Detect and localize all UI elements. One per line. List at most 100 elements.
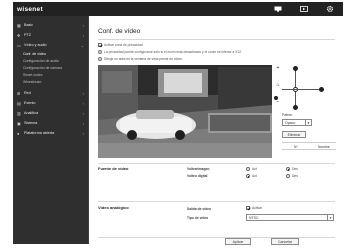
chevron-right-icon: ›	[82, 90, 84, 96]
video-preview[interactable]	[98, 65, 272, 158]
info-row-1: i La privacidad puede configurarse sólo s…	[98, 50, 242, 55]
sidebar-subitem-smart-codec[interactable]: Smart codec	[13, 71, 88, 78]
focus-icon[interactable]	[274, 96, 278, 100]
zoom-in-icon[interactable]: +	[277, 65, 280, 71]
video-output-label: Salida de vídeo	[187, 207, 212, 211]
home-icon[interactable]: ⌂	[276, 82, 279, 88]
apply-button[interactable]: Aplicar	[225, 238, 251, 245]
chevron-right-icon: ›	[82, 110, 84, 116]
flip-off-label: Des	[292, 167, 298, 171]
chevron-right-icon: ›	[82, 130, 84, 136]
video-output-checkbox-label: Activar	[252, 206, 263, 210]
video-scene	[98, 65, 272, 158]
info-text-2: Dibuje un área en la ventana de vista pr…	[104, 57, 183, 61]
top-icons	[265, 2, 343, 16]
privacy-checkbox[interactable]	[98, 43, 102, 48]
sidebar-item-video-audio[interactable]: ▭ Vídeo y audio ⌄	[13, 40, 88, 50]
flip-label: Voltearimagen	[187, 167, 210, 171]
sidebar-item-network[interactable]: ⊞ Red ›	[13, 88, 88, 98]
monitor-icon[interactable]	[265, 2, 291, 16]
mask-list-header: Nº Nombre	[282, 142, 336, 150]
pan-slider-knob[interactable]	[319, 87, 324, 92]
col-name: Nombre	[318, 145, 330, 149]
chevron-right-icon: ›	[82, 100, 84, 106]
section-divider	[98, 201, 335, 202]
analog-video-title: Vídeo analógico	[98, 205, 129, 210]
chevron-down-icon: ▾	[305, 120, 311, 125]
section-divider	[98, 163, 335, 164]
sidebar-subitem-wisestream[interactable]: Wisestream	[13, 78, 88, 85]
chevron-right-icon: ›	[82, 120, 84, 126]
flip-on-radio[interactable]	[246, 167, 250, 172]
digital-flip-off-label: Des	[292, 174, 298, 178]
video-type-select[interactable]: NTSC ▾	[246, 214, 334, 221]
delete-button[interactable]: Eliminar	[282, 131, 306, 138]
flip-off-radio[interactable]	[286, 167, 290, 172]
pattern-select-value: Opaco	[285, 120, 296, 125]
analytics-icon: ▥	[17, 110, 21, 116]
pattern-label: Patrón	[282, 113, 293, 117]
move-icon: ✥	[17, 32, 21, 38]
sidebar-subitem-audio-setup[interactable]: Configuración de audio	[13, 57, 88, 64]
chevron-down-icon: ▾	[327, 215, 333, 220]
flip-on-option[interactable]: Act	[246, 167, 257, 172]
page-title: Conf. de vídeo	[98, 28, 141, 35]
chevron-right-icon: ›	[82, 32, 84, 38]
video-type-value: NTSC	[249, 215, 259, 220]
tilt-slider-knob-top[interactable]	[293, 66, 298, 71]
sidebar-item-ptz[interactable]: ✥ PTZ ›	[13, 30, 88, 40]
pan-slider-track[interactable]	[282, 89, 322, 90]
platform-icon: ●	[17, 130, 20, 136]
digital-flip-on-option[interactable]: Act	[246, 174, 257, 179]
sidebar-item-open-platform[interactable]: ● Plataforma abierta ›	[13, 128, 88, 138]
main-content: Conf. de vídeo Activar zona de privacida…	[89, 16, 343, 245]
info-icon: i	[98, 50, 102, 55]
video-source-title: Fuente de vídeo	[98, 166, 129, 171]
sidebar-item-label: Evento	[24, 101, 36, 105]
title-divider	[98, 39, 335, 40]
sidebar-item-event[interactable]: ▤ Evento ›	[13, 98, 88, 108]
sidebar-item-label: Analítica	[24, 111, 39, 115]
flip-off-option[interactable]: Des	[286, 167, 298, 172]
video-output-checkbox[interactable]	[246, 206, 250, 211]
footer-divider	[98, 237, 335, 238]
info-icon: i	[98, 57, 102, 62]
digital-flip-off-option[interactable]: Des	[286, 174, 298, 179]
col-no: Nº	[294, 145, 298, 149]
cancel-button[interactable]: Cancelar	[271, 238, 299, 245]
sidebar-subitem-camera-setup[interactable]: Configuración de cámara	[13, 64, 88, 71]
network-icon: ⊞	[17, 90, 21, 96]
sidebar-item-basic[interactable]: ▦ Basic ›	[13, 20, 88, 30]
pattern-select[interactable]: Opaco ▾	[282, 119, 312, 126]
sidebar-item-label: Red	[24, 91, 31, 95]
tilt-slider-knob-bottom[interactable]	[293, 105, 298, 110]
digital-flip-on-label: Act	[252, 174, 257, 178]
system-icon: ▣	[17, 120, 21, 126]
sidebar-item-label: Basic	[24, 23, 34, 27]
privacy-checkbox-label: Activar zona de privacidad	[104, 43, 143, 47]
sidebar-item-label: Plataforma abierta	[24, 131, 55, 135]
zoom-out-icon[interactable]: −	[277, 99, 280, 105]
sidebar-item-analytics[interactable]: ▥ Analítica ›	[13, 108, 88, 118]
flip-on-label: Act	[252, 167, 257, 171]
brand-logo: wisenet	[17, 5, 43, 13]
gear-icon[interactable]	[317, 2, 343, 16]
sidebar-item-system[interactable]: ▣ Sistema ›	[13, 118, 88, 128]
play-icon[interactable]	[291, 2, 317, 16]
chevron-down-icon: ⌄	[80, 42, 84, 48]
sidebar-subitem-video-setup[interactable]: Conf. de vídeo	[13, 50, 88, 57]
sidebar-item-label: Sistema	[24, 121, 38, 125]
video-type-label: Tipo de vídeo	[187, 216, 209, 220]
digital-flip-on-radio[interactable]	[246, 174, 250, 179]
video-icon: ▭	[17, 42, 21, 48]
digital-flip-label: Volteo digital	[187, 174, 208, 178]
privacy-row: Activar zona de privacidad	[98, 43, 143, 48]
event-icon: ▤	[17, 100, 21, 106]
info-row-2: i Dibuje un área en la ventana de vista p…	[98, 57, 183, 62]
sidebar-item-label: Vídeo y audio	[24, 43, 47, 47]
video-output-option[interactable]: Activar	[246, 206, 263, 211]
info-text-1: La privacidad puede configurarse sólo si…	[104, 50, 242, 54]
top-bar: wisenet	[13, 2, 343, 16]
chevron-right-icon: ›	[82, 22, 84, 28]
digital-flip-off-radio[interactable]	[286, 174, 290, 179]
